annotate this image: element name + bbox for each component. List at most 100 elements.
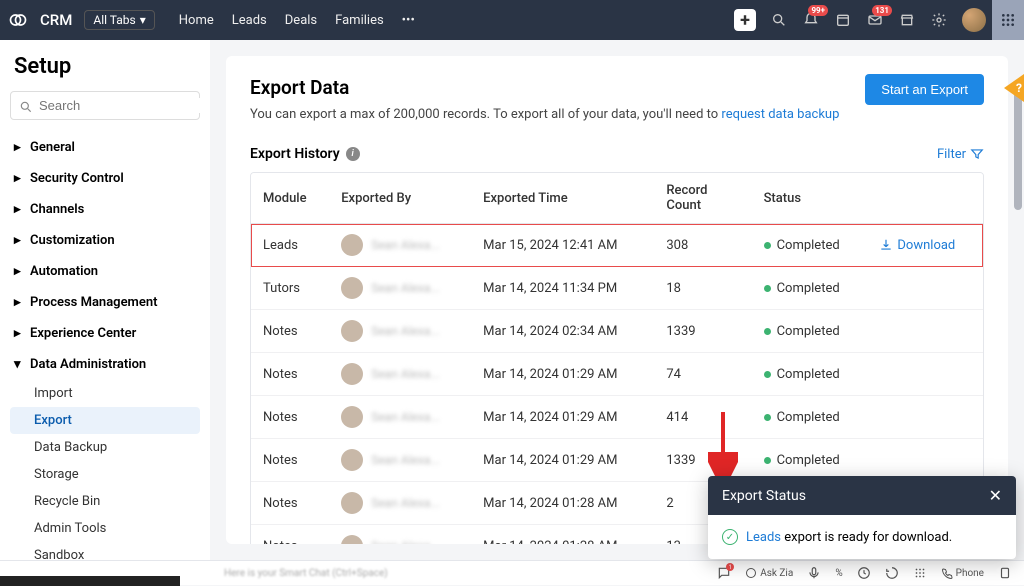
cell-by: Sean Alexa... [329,439,471,482]
cell-status: Completed [752,310,868,353]
nav-tab-leads[interactable]: Leads [232,13,267,28]
cell-module: Notes [251,525,329,545]
close-icon[interactable]: ✕ [989,486,1002,505]
cell-module: Leads [251,224,329,267]
cell-by: Sean Alexa... [329,353,471,396]
sidebar-sub-import[interactable]: Import [10,380,200,407]
smartchat-hint: Here is your Smart Chat (Ctrl+Space) [224,568,388,579]
clock-icon[interactable] [857,566,871,580]
nav-tab-families[interactable]: Families [335,13,384,28]
search-icon[interactable] [770,11,788,29]
toast-link[interactable]: Leads [746,530,781,545]
table-row[interactable]: Notes Sean Alexa... Mar 14, 2024 02:34 A… [251,310,983,353]
avatar [341,449,363,471]
cell-time: Mar 14, 2024 01:28 AM [471,482,654,525]
calendar-icon[interactable] [834,11,852,29]
sidebar-item-customization[interactable]: ▸Customization [10,225,200,256]
cell-by: Sean Alexa... [329,267,471,310]
cell-module: Notes [251,353,329,396]
cell-status: Completed [752,224,868,267]
table-row[interactable]: Notes Sean Alexa... Mar 14, 2024 01:29 A… [251,396,983,439]
export-status-toast: Export Status ✕ ✓ Leads export is ready … [708,476,1016,559]
table-row[interactable]: Tutors Sean Alexa... Mar 14, 2024 11:34 … [251,267,983,310]
help-tab-icon[interactable] [1004,74,1024,102]
sidebar-sub-storage[interactable]: Storage [10,461,200,488]
nav-tab-more[interactable]: ••• [402,13,415,28]
top-bar: CRM All Tabs ▾ Home Leads Deals Families… [0,0,1024,40]
table-row[interactable]: Notes Sean Alexa... Mar 14, 2024 01:29 A… [251,353,983,396]
sidebar-sub-admin[interactable]: Admin Tools [10,515,200,542]
cell-module: Tutors [251,267,329,310]
sidebar-sub-sandbox[interactable]: Sandbox [10,542,200,560]
start-export-button[interactable]: Start an Export [865,74,984,105]
cell-action [867,353,983,396]
store-icon[interactable] [898,11,916,29]
avatar[interactable] [962,8,986,32]
mail-icon[interactable]: 131 [866,11,884,29]
brand-label: CRM [40,11,72,29]
clipboard-icon[interactable] [998,566,1012,580]
check-icon: ✓ [722,529,738,545]
gear-icon[interactable] [930,11,948,29]
toast-message: export is ready for download. [781,530,952,545]
phone-button[interactable]: Phone [941,567,984,579]
dialpad-icon[interactable] [913,566,927,580]
cell-count: 308 [654,224,751,267]
nav-tab-deals[interactable]: Deals [285,13,317,28]
tabs-selector[interactable]: All Tabs ▾ [84,10,154,30]
table-row[interactable]: Leads Sean Alexa... Mar 15, 2024 12:41 A… [251,224,983,267]
bell-icon[interactable]: 99+ [802,11,820,29]
cell-module: Notes [251,396,329,439]
cell-action [867,396,983,439]
ai-icon[interactable]: % [835,568,842,579]
sidebar-item-experience[interactable]: ▸Experience Center [10,318,200,349]
cell-time: Mar 14, 2024 01:28 AM [471,525,654,545]
sidebar-sub-backup[interactable]: Data Backup [10,434,200,461]
apps-icon[interactable] [992,0,1024,40]
add-button[interactable]: + [734,9,756,31]
download-link[interactable]: Download [879,238,971,253]
search-box[interactable] [10,91,200,120]
status-dot-icon [764,414,771,421]
status-dot-icon [764,457,771,464]
sidebar-item-channels[interactable]: ▸Channels [10,194,200,225]
chevron-right-icon: ▸ [14,205,24,215]
chevron-right-icon: ▸ [14,143,24,153]
cell-action [867,267,983,310]
sidebar-sub-export[interactable]: Export [10,407,200,434]
filter-link[interactable]: Filter [937,147,984,162]
chevron-down-icon: ▾ [14,360,24,370]
chevron-right-icon: ▸ [14,298,24,308]
sidebar-item-general[interactable]: ▸General [10,132,200,163]
cell-time: Mar 14, 2024 01:29 AM [471,439,654,482]
request-backup-link[interactable]: request data backup [721,107,839,122]
mic-icon[interactable] [807,566,821,580]
nav-tab-home[interactable]: Home [179,13,214,28]
info-icon[interactable]: i [346,147,360,161]
chevron-right-icon: ▸ [14,329,24,339]
cell-status: Completed [752,267,868,310]
search-input[interactable] [39,98,210,113]
status-dot-icon [764,371,771,378]
avatar [341,492,363,514]
chat-icon[interactable]: 1 [717,566,731,580]
chevron-right-icon: ▸ [14,236,24,246]
scrollbar[interactable] [1014,90,1022,210]
history-icon[interactable] [885,566,899,580]
sidebar-item-data-admin[interactable]: ▾Data Administration [10,349,200,380]
bell-badge: 99+ [808,5,828,16]
cell-status: Completed [752,396,868,439]
sidebar-item-process[interactable]: ▸Process Management [10,287,200,318]
cell-count: 74 [654,353,751,396]
sidebar-item-automation[interactable]: ▸Automation [10,256,200,287]
mail-badge: 131 [872,5,892,16]
avatar [341,406,363,428]
cell-count: 1339 [654,310,751,353]
cell-by: Sean Alexa... [329,224,471,267]
sidebar-item-security[interactable]: ▸Security Control [10,163,200,194]
avatar [341,234,363,256]
cell-action: Download [867,224,983,267]
cell-by: Sean Alexa... [329,482,471,525]
ask-zia-button[interactable]: Ask Zia [745,567,793,579]
sidebar-sub-recycle[interactable]: Recycle Bin [10,488,200,515]
